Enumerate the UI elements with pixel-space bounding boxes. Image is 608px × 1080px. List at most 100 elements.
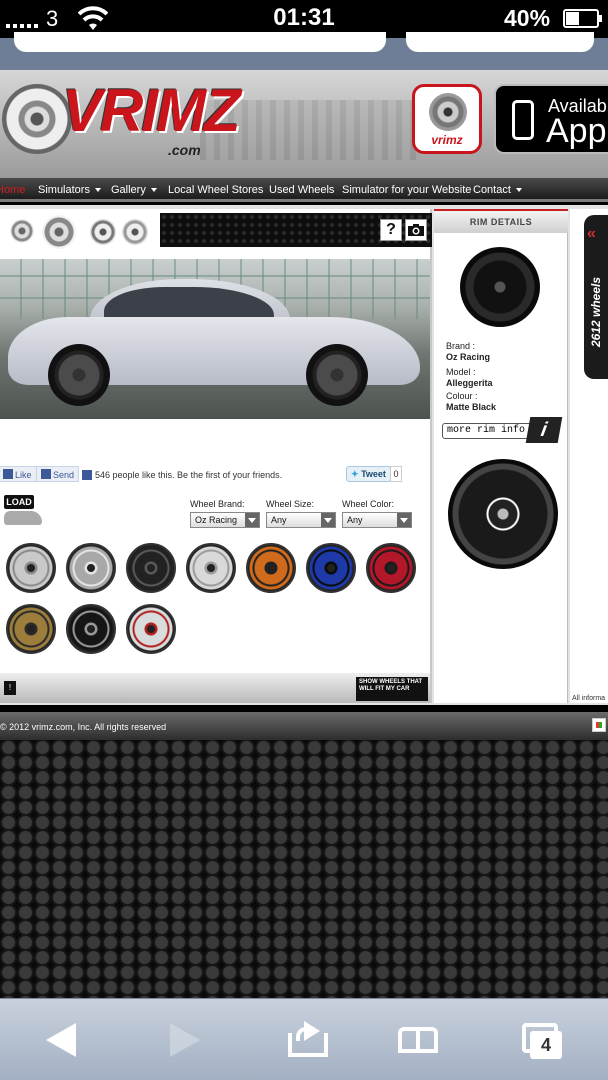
wheel-option[interactable] <box>126 543 176 593</box>
site-header: VRIMZ .com vrimz Availab App <box>0 70 608 178</box>
wheel-option[interactable] <box>246 543 296 593</box>
search-field[interactable] <box>406 32 594 52</box>
chevron-down-icon <box>397 513 411 527</box>
copyright-text: © 2012 vrimz.com, Inc. All rights reserv… <box>0 722 167 732</box>
all-info-text: All informa <box>572 695 606 702</box>
share-button[interactable] <box>278 1021 338 1061</box>
tab-count: 4 <box>530 1031 562 1059</box>
simulator-panel: ? Like Send 546 people like this. Be the… <box>0 209 432 703</box>
brand-filter: Wheel Brand: <box>190 499 245 509</box>
rim-model-label: Model : <box>446 367 476 377</box>
app-store-badge[interactable]: Availab App <box>494 84 608 154</box>
battery-fill <box>566 12 579 25</box>
car-front-wheel <box>48 344 110 406</box>
chevron-down-icon <box>245 513 259 527</box>
nav-used-wheels[interactable]: Used Wheels <box>269 184 334 196</box>
social-bar: Like Send 546 people like this. Be the f… <box>0 464 430 484</box>
rim-details-heading: RIM DETAILS <box>434 209 568 233</box>
tweet-count: 0 <box>390 466 402 482</box>
share-arrow-head <box>304 1021 320 1041</box>
browser-top-strip <box>0 32 608 70</box>
info-icon: i <box>525 417 563 443</box>
rim-details-panel: RIM DETAILS Brand : Oz Racing Model : Al… <box>434 209 568 703</box>
facebook-icon <box>3 469 13 479</box>
wheel-view-thumb[interactable] <box>42 215 76 249</box>
url-field[interactable] <box>14 32 386 52</box>
tabs-button[interactable]: 4 <box>514 1021 574 1061</box>
mesh-background <box>0 740 608 998</box>
facebook-send-button[interactable]: Send <box>36 466 80 482</box>
app-icon-button[interactable]: vrimz <box>412 84 482 154</box>
nav-gallery-label: Gallery <box>111 184 146 196</box>
site-logo[interactable]: VRIMZ <box>62 76 241 145</box>
wheel-option[interactable] <box>6 604 56 654</box>
brand-select-value: Oz Racing <box>195 515 238 525</box>
wheel-option[interactable] <box>366 543 416 593</box>
facebook-icon <box>82 470 92 480</box>
size-filter-label: Wheel Size: <box>266 499 315 509</box>
wheel-option[interactable] <box>306 543 356 593</box>
more-rim-info-button[interactable]: more rim info i <box>442 417 563 443</box>
forward-button[interactable] <box>154 1021 214 1061</box>
rim-colour-label: Colour : <box>446 391 478 401</box>
chevron-down-icon <box>150 188 157 193</box>
wheel-option[interactable] <box>66 543 116 593</box>
car-preview-image <box>0 259 430 419</box>
nav-contact-label: Contact <box>473 184 511 196</box>
load-car-button[interactable]: LOAD <box>4 495 42 529</box>
camera-button[interactable] <box>405 219 427 241</box>
info-small-button[interactable]: ! <box>4 681 16 695</box>
site-logo-domain: .com <box>168 142 201 158</box>
wheel-view-thumb[interactable] <box>90 219 116 245</box>
rim-brand-label: Brand : <box>446 341 476 351</box>
wheel-grid <box>0 539 430 669</box>
wheel-view-thumb[interactable] <box>122 219 148 245</box>
wheel-count-tab[interactable]: « 2612 wheels <box>584 215 608 379</box>
rim-front-image <box>460 247 540 327</box>
app-store-line2: App <box>546 112 607 150</box>
wheel-option[interactable] <box>66 604 116 654</box>
tweet-button[interactable]: ✦ Tweet <box>346 466 391 482</box>
size-select[interactable]: Any <box>266 512 336 528</box>
rim-model-value: Alleggerita <box>446 378 493 388</box>
nav-simulators-label: Simulators <box>38 184 90 196</box>
wheel-option[interactable] <box>186 543 236 593</box>
facebook-icon <box>41 469 51 479</box>
size-filter: Wheel Size: <box>266 499 314 509</box>
nav-gallery[interactable]: Gallery <box>111 184 157 196</box>
show-fitting-wheels-button[interactable]: SHOW WHEELS THAT WILL FIT MY CAR <box>356 677 428 701</box>
wheel-option[interactable] <box>126 604 176 654</box>
main-nav: Home Simulators Gallery Local Wheel Stor… <box>0 178 608 202</box>
nav-home[interactable]: Home <box>0 184 25 196</box>
chevron-down-icon <box>515 188 522 193</box>
bookmarks-button[interactable] <box>390 1021 450 1061</box>
wheel-option[interactable] <box>6 543 56 593</box>
double-chevron-left-icon: « <box>587 225 596 242</box>
load-label: LOAD <box>4 495 34 509</box>
browser-toolbar: 4 <box>0 998 608 1080</box>
car-rear-wheel <box>306 344 368 406</box>
help-button[interactable]: ? <box>380 219 402 241</box>
nav-contact[interactable]: Contact <box>473 184 522 196</box>
color-select[interactable]: Any <box>342 512 412 528</box>
main-content: ? Like Send 546 people like this. Be the… <box>0 205 608 705</box>
like-count-text: 546 people like this. Be the first of yo… <box>95 470 283 480</box>
rim-colour-value: Matte Black <box>446 402 497 412</box>
battery-percent: 40% <box>504 5 551 31</box>
tweet-label: Tweet <box>361 469 386 479</box>
send-label: Send <box>53 470 75 480</box>
wheel-view-thumb[interactable] <box>10 219 34 243</box>
nav-simulator-for-website[interactable]: Simulator for your Website <box>342 184 471 196</box>
google-icon[interactable] <box>592 718 606 732</box>
color-select-value: Any <box>347 515 363 525</box>
back-button[interactable] <box>30 1021 90 1061</box>
nav-local-wheel-stores[interactable]: Local Wheel Stores <box>168 184 263 196</box>
car-icon <box>4 511 42 525</box>
brand-select[interactable]: Oz Racing <box>190 512 260 528</box>
nav-simulators[interactable]: Simulators <box>38 184 101 196</box>
facebook-like-button[interactable]: Like <box>0 466 37 482</box>
rim-angle-image <box>448 459 558 569</box>
chevron-down-icon <box>94 188 101 193</box>
phone-icon <box>512 100 534 140</box>
more-rim-info-label: more rim info <box>442 423 534 439</box>
